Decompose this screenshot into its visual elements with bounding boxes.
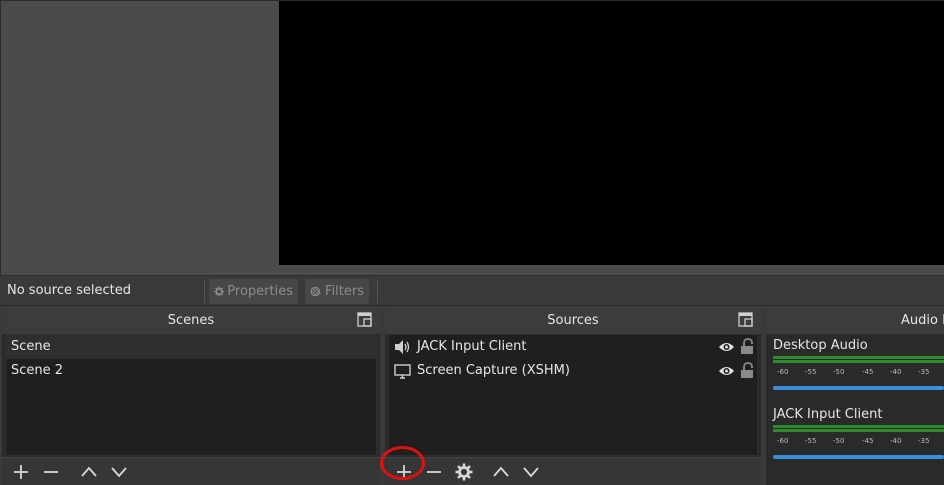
scenes-title: Scenes	[167, 313, 215, 328]
source-properties-button[interactable]	[454, 462, 474, 482]
visibility-eye-icon[interactable]	[718, 340, 735, 354]
context-separator	[204, 280, 205, 303]
context-bar: No source selected Properties Filters	[0, 275, 944, 306]
move-scene-down-button[interactable]	[109, 462, 129, 482]
float-dock-icon[interactable]	[357, 312, 372, 327]
remove-icon	[427, 471, 441, 473]
filter-icon	[310, 286, 321, 297]
visibility-eye-icon[interactable]	[718, 364, 735, 378]
sources-list: JACK Input Client Screen Capture (XSHM)	[388, 334, 758, 456]
tick-label: -40	[890, 368, 902, 376]
sources-title: Sources	[547, 313, 599, 328]
volume-fader[interactable]	[773, 455, 944, 459]
speaker-icon	[395, 340, 410, 354]
move-source-up-button[interactable]	[491, 462, 511, 482]
source-item[interactable]: JACK Input Client	[389, 335, 757, 359]
move-source-down-button[interactable]	[521, 462, 541, 482]
source-item[interactable]: Screen Capture (XSHM)	[389, 359, 757, 383]
properties-label: Properties	[227, 284, 293, 299]
tick-label: -35	[918, 437, 930, 445]
remove-source-button[interactable]	[424, 462, 444, 482]
source-item-label: Screen Capture (XSHM)	[417, 363, 570, 378]
sources-toolbar	[385, 457, 761, 485]
remove-icon	[44, 471, 58, 473]
audio-mixer-dock-title: Audio M	[766, 307, 944, 334]
monitor-icon	[394, 364, 411, 379]
audio-mixer-title: Audio M	[901, 313, 944, 328]
scenes-dock-title: Scenes	[2, 307, 380, 334]
sources-dock-title: Sources	[385, 307, 761, 334]
scenes-list: Scene Scene 2	[5, 334, 377, 456]
remove-scene-button[interactable]	[41, 462, 61, 482]
volume-meter	[773, 424, 944, 432]
audio-mixer-list: Desktop Audio -60 -55 -50 -45 -40 -35 JA…	[769, 334, 944, 459]
mixer-channel: JACK Input Client -60 -55 -50 -45 -40 -3…	[773, 406, 944, 466]
tick-label: -35	[918, 368, 930, 376]
tick-label: -55	[805, 437, 817, 445]
scene-item[interactable]: Scene	[6, 335, 376, 359]
tick-label: -45	[862, 368, 874, 376]
move-down-icon	[111, 467, 127, 478]
add-scene-button[interactable]	[11, 462, 31, 482]
selected-source-label: No source selected	[7, 283, 131, 298]
tick-label: -55	[805, 368, 817, 376]
gear-icon	[455, 463, 473, 481]
properties-button[interactable]: Properties	[209, 279, 298, 304]
scenes-dock: Scenes Scene Scene 2	[2, 307, 380, 485]
preview-canvas[interactable]	[279, 1, 944, 265]
source-item-label: JACK Input Client	[417, 339, 527, 354]
tick-label: -50	[833, 368, 845, 376]
move-scene-up-button[interactable]	[79, 462, 99, 482]
scenes-toolbar	[2, 457, 380, 485]
float-dock-icon[interactable]	[738, 312, 753, 327]
context-separator	[377, 280, 378, 303]
move-up-icon	[81, 466, 97, 477]
mixer-channel-name: JACK Input Client	[773, 407, 883, 422]
preview-area[interactable]	[0, 0, 944, 275]
unlocked-icon[interactable]	[740, 338, 754, 355]
filters-button[interactable]: Filters	[305, 279, 369, 304]
sources-dock: Sources JACK Input Client Screen Capture…	[385, 307, 761, 485]
meter-ticks: -60 -55 -50 -45 -40 -35	[773, 363, 944, 377]
audio-mixer-dock: Audio M Desktop Audio -60 -55 -50 -45 -4…	[766, 307, 944, 485]
volume-meter	[773, 355, 944, 363]
tick-label: -60	[777, 368, 789, 376]
scene-item[interactable]: Scene 2	[6, 359, 376, 383]
volume-fader[interactable]	[773, 386, 944, 390]
tick-label: -45	[862, 437, 874, 445]
move-up-icon	[493, 466, 509, 477]
add-icon	[14, 465, 28, 479]
unlocked-icon[interactable]	[740, 362, 754, 379]
tick-label: -60	[777, 437, 789, 445]
tick-label: -40	[890, 437, 902, 445]
scene-item-label: Scene	[11, 339, 51, 354]
gear-icon	[214, 286, 224, 297]
tick-label: -50	[833, 437, 845, 445]
add-icon	[397, 465, 411, 479]
scene-item-label: Scene 2	[11, 363, 64, 378]
add-source-button[interactable]	[394, 462, 414, 482]
mixer-channel-name: Desktop Audio	[773, 338, 868, 353]
meter-ticks: -60 -55 -50 -45 -40 -35	[773, 432, 944, 446]
move-down-icon	[523, 467, 539, 478]
filters-label: Filters	[325, 284, 364, 299]
mixer-channel: Desktop Audio -60 -55 -50 -45 -40 -35	[773, 337, 944, 397]
